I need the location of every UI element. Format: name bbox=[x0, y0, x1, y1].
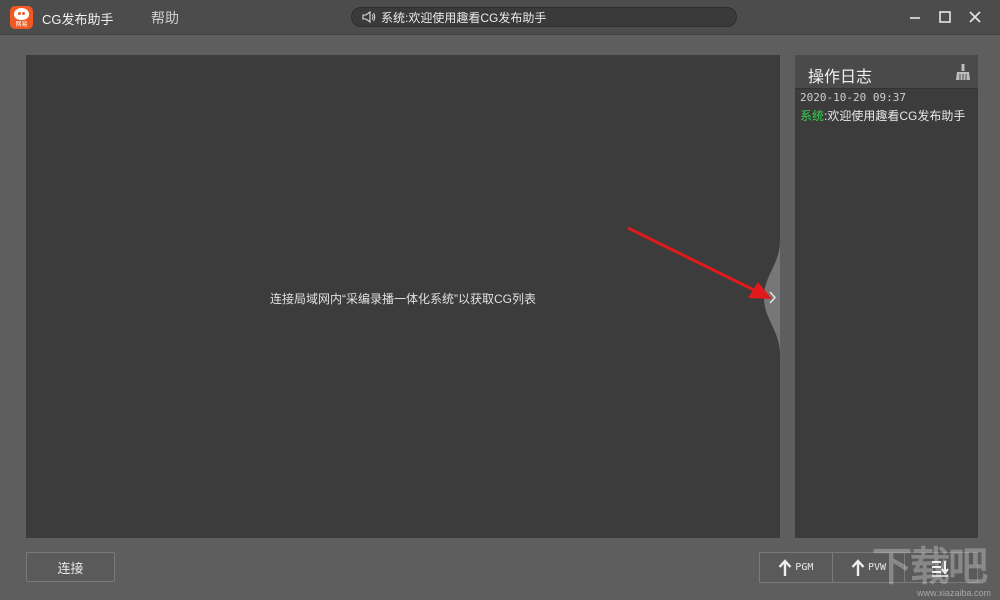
minimize-button[interactable] bbox=[905, 7, 925, 27]
close-button[interactable] bbox=[965, 7, 985, 27]
log-header: 操作日志 bbox=[795, 55, 978, 89]
log-title: 操作日志 bbox=[808, 69, 873, 86]
log-panel: 操作日志 2020-10-20 09:37 系统:欢迎使用趣看CG发布助手 bbox=[795, 55, 978, 538]
app-logo: 网易 bbox=[10, 6, 33, 29]
cg-list-panel: 连接局域网内“采编录播一体化系统”以获取CG列表 bbox=[26, 55, 780, 538]
minimize-icon bbox=[910, 17, 920, 19]
broom-icon[interactable] bbox=[954, 63, 972, 81]
connect-hint: 连接局域网内“采编录播一体化系统”以获取CG列表 bbox=[270, 292, 536, 306]
connect-button[interactable]: 连接 bbox=[26, 552, 115, 582]
log-message: 系统:欢迎使用趣看CG发布助手 bbox=[800, 107, 978, 124]
log-entry: 2020-10-20 09:37 系统:欢迎使用趣看CG发布助手 bbox=[795, 89, 978, 124]
maximize-button[interactable] bbox=[935, 7, 955, 27]
notice-bar: 系统:欢迎使用趣看CG发布助手 bbox=[351, 7, 737, 27]
pvw-button[interactable]: PVW bbox=[833, 553, 906, 582]
maximize-icon bbox=[939, 11, 951, 23]
pgm-label: PGM bbox=[795, 562, 814, 573]
arrow-up-icon bbox=[851, 558, 865, 576]
log-time: 2020-10-20 09:37 bbox=[800, 91, 906, 104]
pvw-label: PVW bbox=[867, 562, 887, 573]
title-bar: 网易 CG发布助手 帮助 系统:欢迎使用趣看CG发布助手 bbox=[0, 0, 1000, 35]
menu-help[interactable]: 帮助 bbox=[151, 8, 179, 28]
log-source: 系统 bbox=[800, 109, 825, 123]
logo-text: 网易 bbox=[15, 22, 28, 28]
output-button-group: PGM PVW bbox=[759, 552, 978, 583]
app-title: CG发布助手 bbox=[42, 12, 114, 27]
watermark-url: www.xiazaiba.com bbox=[916, 588, 991, 598]
notice-text: 系统:欢迎使用趣看CG发布助手 bbox=[381, 10, 547, 25]
logo-face-icon bbox=[14, 8, 29, 20]
pgm-button[interactable]: PGM bbox=[760, 553, 833, 582]
log-text: 欢迎使用趣看CG发布助手 bbox=[827, 109, 966, 123]
expand-panel-button[interactable] bbox=[764, 240, 780, 355]
sort-download-icon bbox=[931, 560, 949, 577]
arrow-up-icon bbox=[778, 558, 792, 576]
close-icon bbox=[969, 11, 981, 23]
speaker-icon bbox=[362, 11, 376, 23]
list-download-button[interactable] bbox=[905, 553, 977, 582]
